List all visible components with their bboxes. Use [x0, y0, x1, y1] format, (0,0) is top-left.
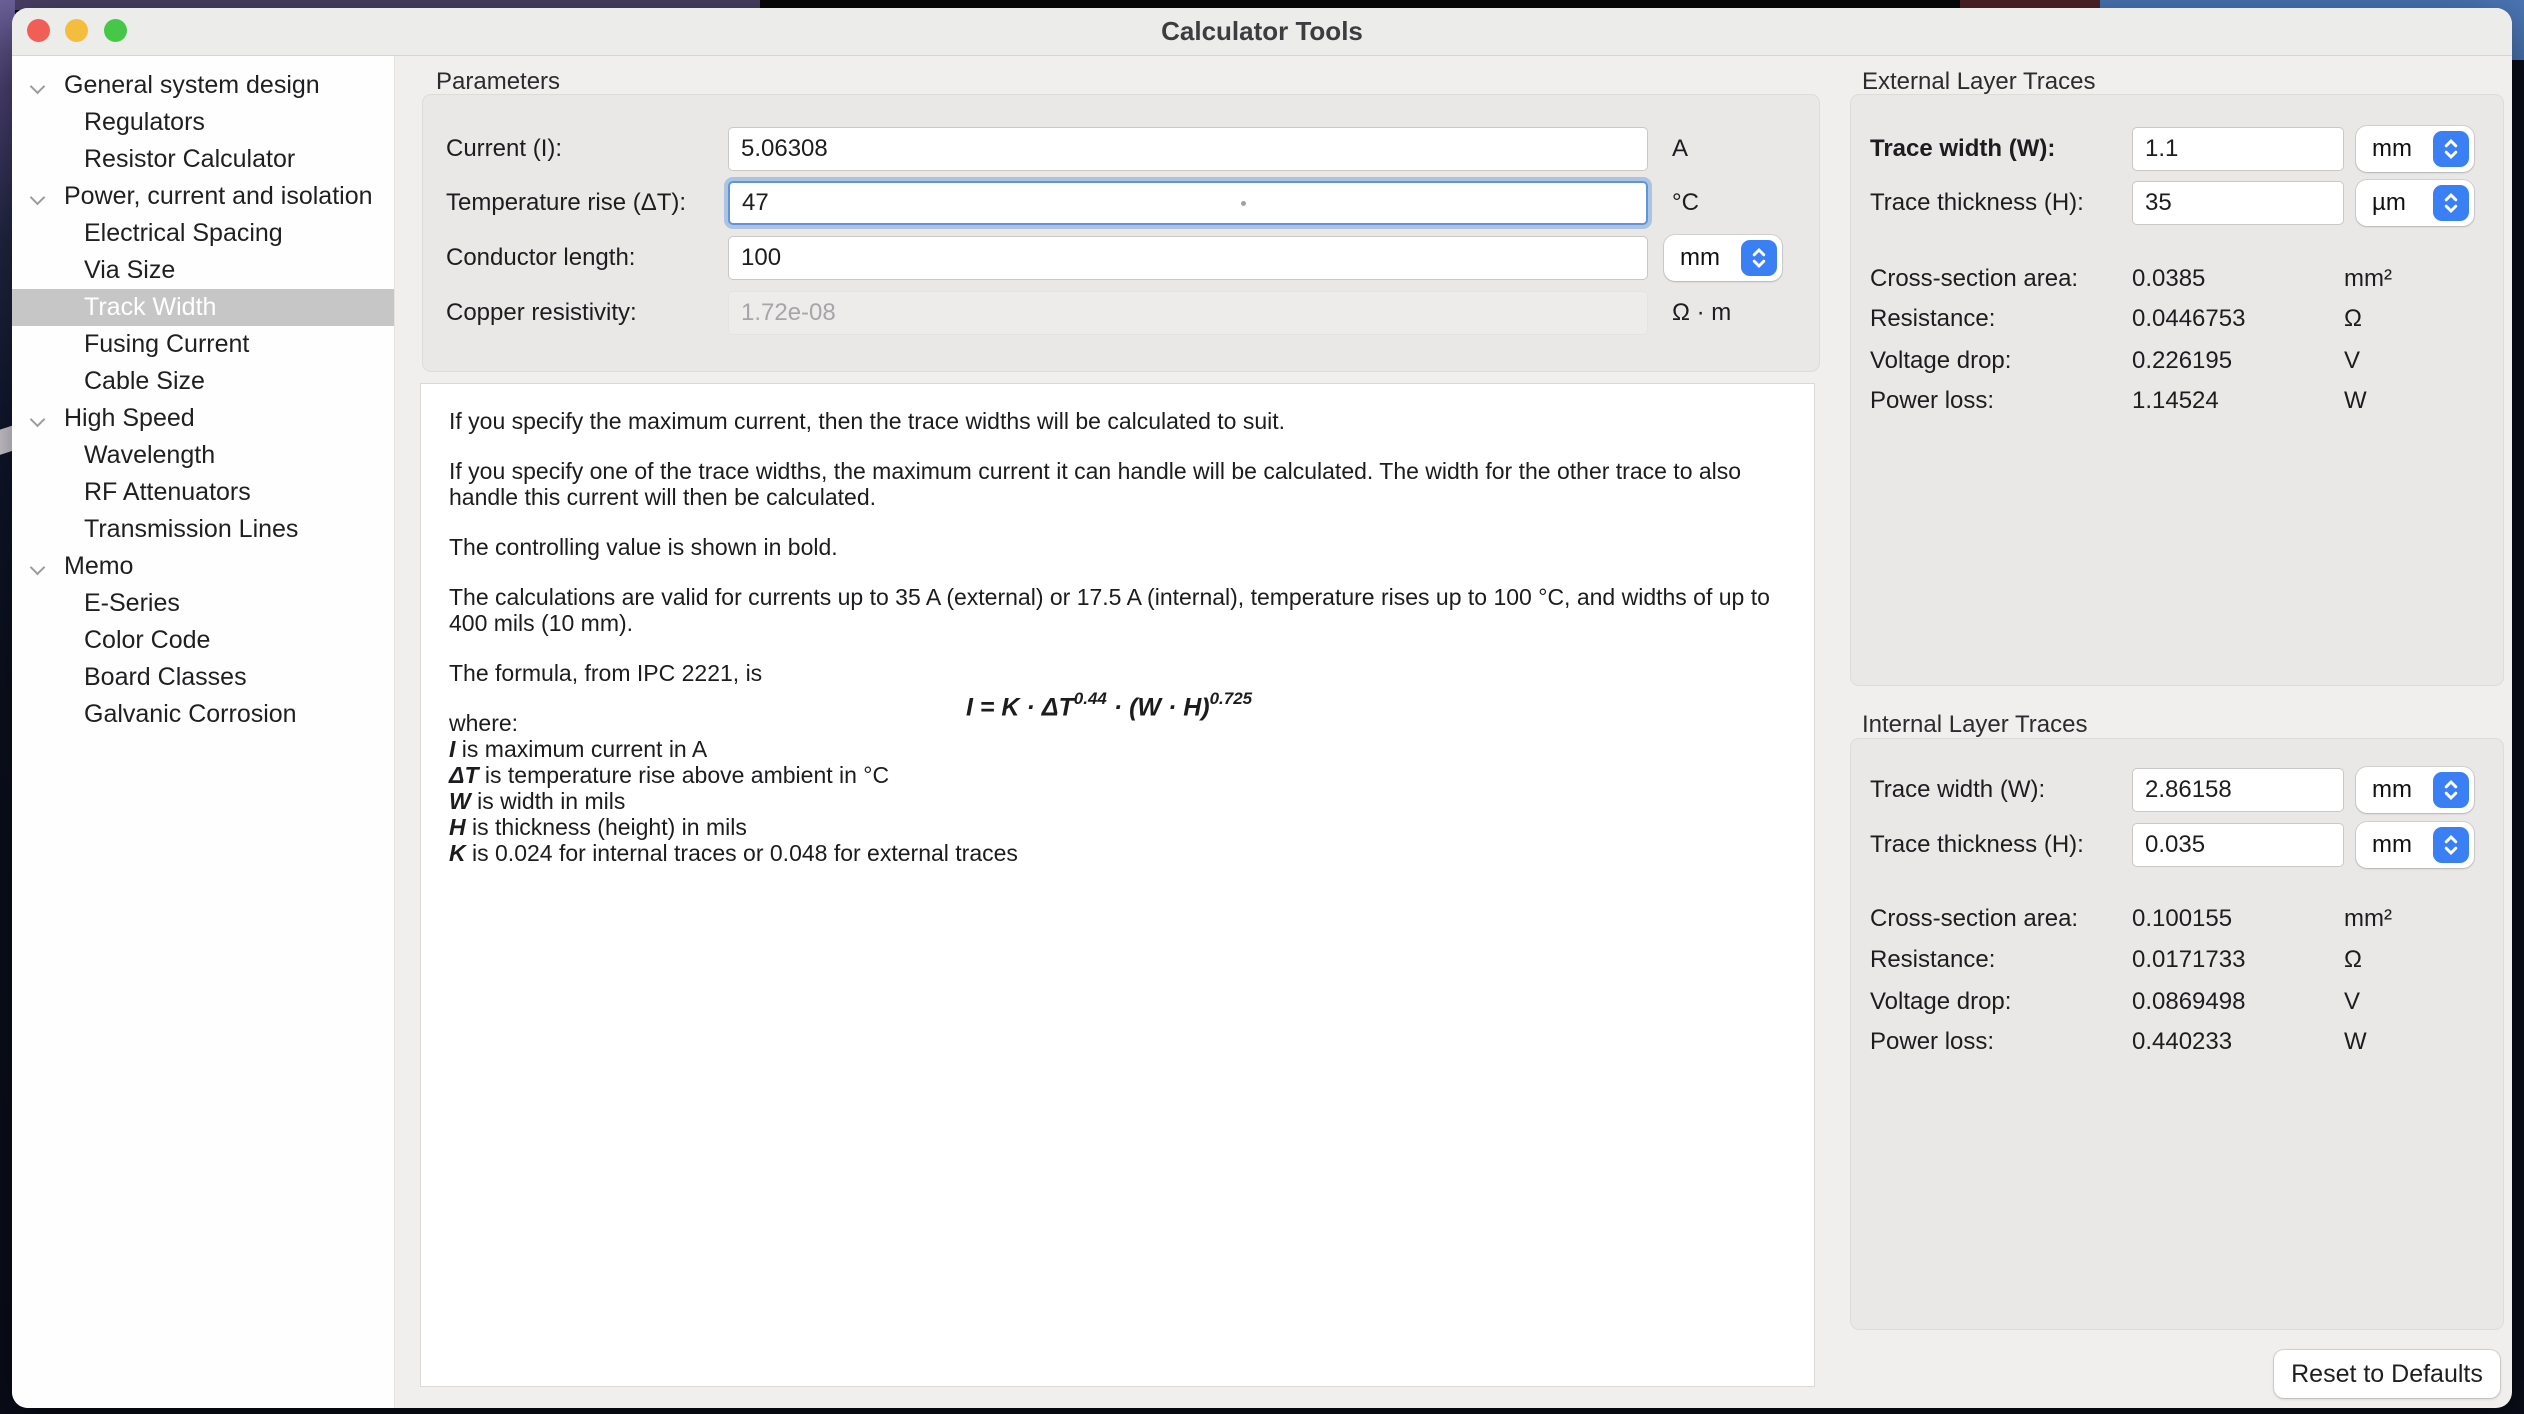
- where-item: W is width in mils: [449, 788, 1786, 814]
- chevron-down-icon: [32, 192, 44, 204]
- copper-resistivity-unit: Ω · m: [1672, 291, 1731, 335]
- sidebar-item-e-series[interactable]: E-Series: [12, 585, 394, 622]
- internal-trace-width-label: Trace width (W):: [1870, 768, 2045, 812]
- sidebar-item-track-width[interactable]: Track Width: [12, 289, 394, 326]
- sidebar-item-board-classes[interactable]: Board Classes: [12, 659, 394, 696]
- help-paragraph: If you specify the maximum current, then…: [449, 408, 1786, 434]
- help-text-panel: If you specify the maximum current, then…: [420, 383, 1815, 1387]
- internal-result-row: Resistance:0.0171733Ω: [1870, 946, 2490, 976]
- sidebar-item-memo[interactable]: Memo: [12, 548, 394, 585]
- current-unit: A: [1672, 127, 1688, 171]
- external-result-row: Power loss:1.14524W: [1870, 387, 2490, 417]
- sidebar-item-cable-size[interactable]: Cable Size: [12, 363, 394, 400]
- mouse-cursor: [1241, 201, 1246, 206]
- titlebar: Calculator Tools: [12, 8, 2512, 56]
- sidebar-item-power-current-and-isolation[interactable]: Power, current and isolation: [12, 178, 394, 215]
- sidebar-item-galvanic-corrosion[interactable]: Galvanic Corrosion: [12, 696, 394, 733]
- sidebar-item-fusing-current[interactable]: Fusing Current: [12, 326, 394, 363]
- sidebar-item-general-system-design[interactable]: General system design: [12, 67, 394, 104]
- stepper-chevrons-icon: [2433, 185, 2469, 221]
- external-trace-thickness-unit-dropdown[interactable]: µm: [2356, 180, 2474, 226]
- reset-to-defaults-button[interactable]: Reset to Defaults: [2274, 1350, 2500, 1398]
- sidebar-item-high-speed[interactable]: High Speed: [12, 400, 394, 437]
- sidebar-item-resistor-calculator[interactable]: Resistor Calculator: [12, 141, 394, 178]
- current-input[interactable]: [728, 127, 1648, 171]
- chevron-down-icon: [32, 562, 44, 574]
- temperature-rise-input[interactable]: [728, 181, 1648, 225]
- help-paragraph: The controlling value is shown in bold.: [449, 534, 1786, 560]
- stepper-chevrons-icon: [2433, 827, 2469, 863]
- conductor-length-label: Conductor length:: [446, 236, 635, 280]
- conductor-length-unit-dropdown[interactable]: mm: [1664, 235, 1782, 281]
- internal-trace-width-unit-dropdown[interactable]: mm: [2356, 767, 2474, 813]
- conductor-length-input[interactable]: [728, 236, 1648, 280]
- external-trace-thickness-label: Trace thickness (H):: [1870, 181, 2084, 225]
- temperature-rise-unit: °C: [1672, 181, 1699, 225]
- chevron-down-icon: [32, 414, 44, 426]
- calculator-tools-window: Calculator Tools General system design R…: [12, 8, 2512, 1408]
- ipc2221-formula: I = K · ΔT0.44 · (W · H)0.725: [966, 688, 1252, 720]
- external-trace-width-label: Trace width (W):: [1870, 127, 2055, 171]
- internal-result-row: Power loss:0.440233W: [1870, 1028, 2490, 1058]
- internal-trace-thickness-unit-dropdown[interactable]: mm: [2356, 822, 2474, 868]
- sidebar-item-via-size[interactable]: Via Size: [12, 252, 394, 289]
- copper-resistivity-input: [728, 291, 1648, 335]
- sidebar-item-electrical-spacing[interactable]: Electrical Spacing: [12, 215, 394, 252]
- internal-result-row: Voltage drop:0.0869498V: [1870, 988, 2490, 1018]
- copper-resistivity-label: Copper resistivity:: [446, 291, 637, 335]
- calculator-tree: General system design Regulators Resisto…: [12, 56, 395, 1408]
- sidebar-item-wavelength[interactable]: Wavelength: [12, 437, 394, 474]
- formula-intro: The formula, from IPC 2221, is: [449, 660, 1786, 686]
- where-item: ΔT is temperature rise above ambient in …: [449, 762, 1786, 788]
- temperature-rise-label: Temperature rise (ΔT):: [446, 181, 686, 225]
- where-item: K is 0.024 for internal traces or 0.048 …: [449, 840, 1786, 866]
- internal-section-label: Internal Layer Traces: [1862, 711, 2087, 739]
- external-trace-width-input[interactable]: [2132, 127, 2344, 171]
- chevron-down-icon: [32, 81, 44, 93]
- external-trace-thickness-input[interactable]: [2132, 181, 2344, 225]
- window-title: Calculator Tools: [12, 8, 2512, 55]
- stepper-chevrons-icon: [2433, 131, 2469, 167]
- where-item: H is thickness (height) in mils: [449, 814, 1786, 840]
- external-result-row: Cross-section area:0.0385mm²: [1870, 265, 2490, 295]
- sidebar-item-regulators[interactable]: Regulators: [12, 104, 394, 141]
- where-item: I is maximum current in A: [449, 736, 1786, 762]
- internal-result-row: Cross-section area:0.100155mm²: [1870, 905, 2490, 935]
- sidebar-item-transmission-lines[interactable]: Transmission Lines: [12, 511, 394, 548]
- external-result-row: Voltage drop:0.226195V: [1870, 347, 2490, 377]
- internal-trace-thickness-label: Trace thickness (H):: [1870, 823, 2084, 867]
- parameters-section-label: Parameters: [436, 68, 560, 96]
- internal-trace-width-input[interactable]: [2132, 768, 2344, 812]
- external-trace-width-unit-dropdown[interactable]: mm: [2356, 126, 2474, 172]
- sidebar-item-color-code[interactable]: Color Code: [12, 622, 394, 659]
- current-label: Current (I):: [446, 127, 562, 171]
- external-section-label: External Layer Traces: [1862, 68, 2095, 96]
- sidebar-item-rf-attenuators[interactable]: RF Attenuators: [12, 474, 394, 511]
- stepper-chevrons-icon: [1741, 240, 1777, 276]
- internal-trace-thickness-input[interactable]: [2132, 823, 2344, 867]
- help-paragraph: The calculations are valid for currents …: [449, 584, 1786, 636]
- help-paragraph: If you specify one of the trace widths, …: [449, 458, 1786, 510]
- external-result-row: Resistance:0.0446753Ω: [1870, 305, 2490, 335]
- stepper-chevrons-icon: [2433, 772, 2469, 808]
